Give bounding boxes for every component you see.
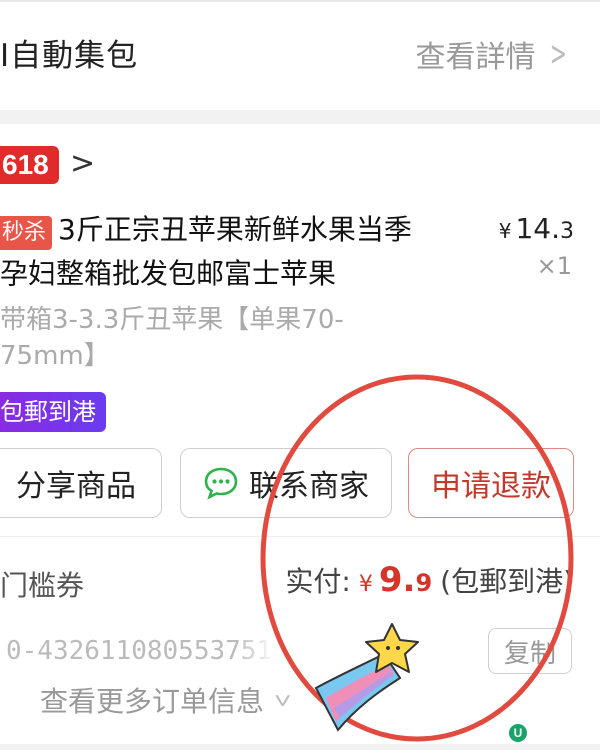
divider (0, 536, 600, 537)
chevron-down-icon: > (267, 692, 301, 708)
unit-price: ¥14.3 (499, 212, 574, 245)
auto-bundle-card: Ⅰ自動集包 查看詳情 > (0, 0, 600, 110)
product-title-line1[interactable]: 3斤正宗丑苹果新鲜水果当季 (58, 208, 478, 252)
order-card: 618 > 秒杀 3斤正宗丑苹果新鲜水果当季 孕妇整箱批发包邮富士苹果 ¥14.… (0, 124, 600, 744)
request-refund-button[interactable]: 申请退款 (408, 448, 574, 518)
currency-symbol: ¥ (498, 219, 512, 243)
amount-decimal: 9 (415, 569, 433, 597)
coupon-label: 门槛券 (0, 569, 85, 602)
copy-button[interactable]: 复制 (488, 628, 572, 674)
currency-symbol: ¥ (358, 572, 373, 597)
price-decimal: 3 (560, 219, 574, 244)
chat-icon (203, 466, 239, 500)
view-detail-link[interactable]: 查看詳情 > (416, 32, 573, 76)
paid-label: 实付: (285, 565, 351, 598)
chevron-right-icon[interactable]: > (70, 146, 95, 181)
promo-badge[interactable]: 618 (0, 146, 59, 184)
order-number: 0-4326110805537516 (6, 636, 276, 666)
share-product-button[interactable]: 分享商品 (0, 448, 162, 518)
more-order-info-label: 查看更多订单信息 (40, 685, 265, 718)
product-title-line2[interactable]: 孕妇整箱批发包邮富士苹果 (0, 252, 336, 296)
quantity: ×1 (536, 252, 572, 280)
shipping-note: (包郵到港) (440, 565, 574, 598)
app-logo-icon: U (509, 724, 527, 742)
auto-bundle-label: Ⅰ自動集包 (0, 38, 139, 74)
amount-integer: 9. (378, 560, 416, 600)
more-order-info-link[interactable]: 查看更多订单信息 > (40, 680, 300, 720)
paid-amount: 实付: ¥ 9. 9 (包郵到港) (285, 560, 574, 600)
product-spec: 带箱3-3.3斤丑苹果【单果70-75mm】 (0, 305, 344, 371)
shipping-tag: 包郵到港 (0, 392, 106, 432)
chevron-right-icon: > (549, 34, 567, 74)
contact-seller-button[interactable]: 联系商家 (180, 448, 392, 518)
contact-seller-label: 联系商家 (249, 469, 369, 504)
view-detail-label: 查看詳情 (415, 40, 536, 75)
price-integer: 14. (515, 212, 560, 245)
flash-sale-tag: 秒杀 (0, 216, 53, 250)
